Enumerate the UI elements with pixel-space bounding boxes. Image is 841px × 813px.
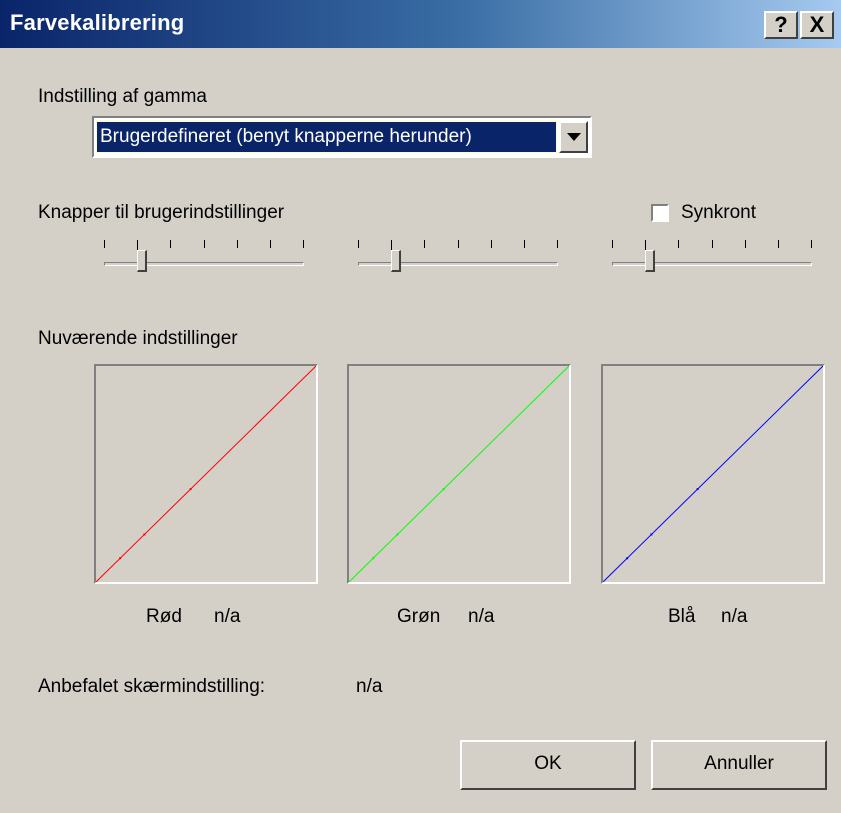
- gamma-curve-point: [626, 557, 629, 560]
- slider-tick: [678, 240, 679, 248]
- slider-tick: [778, 240, 779, 248]
- gamma-curve: [349, 366, 569, 582]
- recommended-setting-value: n/a: [356, 676, 383, 697]
- gamma-curve-point: [189, 488, 192, 491]
- slider-track: [612, 262, 812, 266]
- slider-thumb[interactable]: [137, 250, 147, 272]
- gamma-curve-point: [119, 557, 122, 560]
- slider-tick: [270, 240, 271, 248]
- help-button[interactable]: ?: [764, 11, 798, 39]
- slider-tick: [612, 240, 613, 248]
- slider-tick: [524, 240, 525, 248]
- slider-tick: [811, 240, 812, 248]
- slider-tick: [170, 240, 171, 248]
- gamma-curve-point: [396, 533, 399, 536]
- gamma-curve-point: [442, 488, 445, 491]
- slider-tick: [303, 240, 304, 248]
- gamma-curve: [96, 366, 316, 582]
- red-slider[interactable]: [104, 240, 304, 274]
- green-slider[interactable]: [358, 240, 558, 274]
- sync-checkbox[interactable]: [651, 204, 669, 222]
- slider-tick: [458, 240, 459, 248]
- gamma-select-value: Brugerdefineret (benyt knapperne herunde…: [96, 121, 557, 153]
- slider-track: [358, 262, 558, 266]
- sync-label: Synkront: [681, 202, 756, 223]
- slider-tick: [424, 240, 425, 248]
- red-channel-value: n/a: [214, 606, 241, 627]
- window-title: Farvekalibrering: [10, 10, 185, 35]
- green-channel-value: n/a: [468, 606, 495, 627]
- blue-gamma-plot: [603, 366, 823, 582]
- ok-button[interactable]: OK: [460, 740, 636, 790]
- title-bar[interactable]: Farvekalibrering ? X: [0, 0, 841, 48]
- slider-tick: [745, 240, 746, 248]
- green-gamma-graph: [347, 364, 571, 584]
- current-settings-label: Nuværende indstillinger: [38, 328, 238, 349]
- gamma-curve-point: [650, 533, 653, 536]
- slider-tick: [237, 240, 238, 248]
- gamma-curve-point: [696, 488, 699, 491]
- recommended-setting-label: Anbefalet skærmindstilling:: [38, 676, 266, 697]
- slider-tick: [358, 240, 359, 248]
- cancel-button[interactable]: Annuller: [651, 740, 827, 790]
- gamma-curve-point: [143, 533, 146, 536]
- blue-slider[interactable]: [612, 240, 812, 274]
- blue-gamma-graph: [601, 364, 825, 584]
- slider-tick: [204, 240, 205, 248]
- red-channel-label: Rød: [146, 606, 182, 627]
- chevron-down-icon[interactable]: [559, 121, 588, 153]
- red-gamma-graph: [94, 364, 318, 584]
- gamma-curve-point: [372, 557, 375, 560]
- slider-track: [104, 262, 304, 266]
- slider-thumb[interactable]: [391, 250, 401, 272]
- close-button[interactable]: X: [800, 11, 834, 39]
- red-gamma-plot: [96, 366, 316, 582]
- blue-channel-value: n/a: [721, 606, 748, 627]
- green-gamma-plot: [349, 366, 569, 582]
- slider-tick: [557, 240, 558, 248]
- gamma-select[interactable]: Brugerdefineret (benyt knapperne herunde…: [92, 116, 592, 158]
- user-controls-label: Knapper til brugerindstillinger: [38, 202, 285, 223]
- color-calibration-dialog: Farvekalibrering ? X Indstilling af gamm…: [0, 0, 841, 813]
- slider-tick: [104, 240, 105, 248]
- blue-channel-label: Blå: [668, 606, 696, 627]
- slider-tick: [712, 240, 713, 248]
- slider-tick: [491, 240, 492, 248]
- gamma-curve: [603, 366, 823, 582]
- slider-thumb[interactable]: [645, 250, 655, 272]
- gamma-label: Indstilling af gamma: [38, 86, 207, 107]
- green-channel-label: Grøn: [397, 606, 441, 627]
